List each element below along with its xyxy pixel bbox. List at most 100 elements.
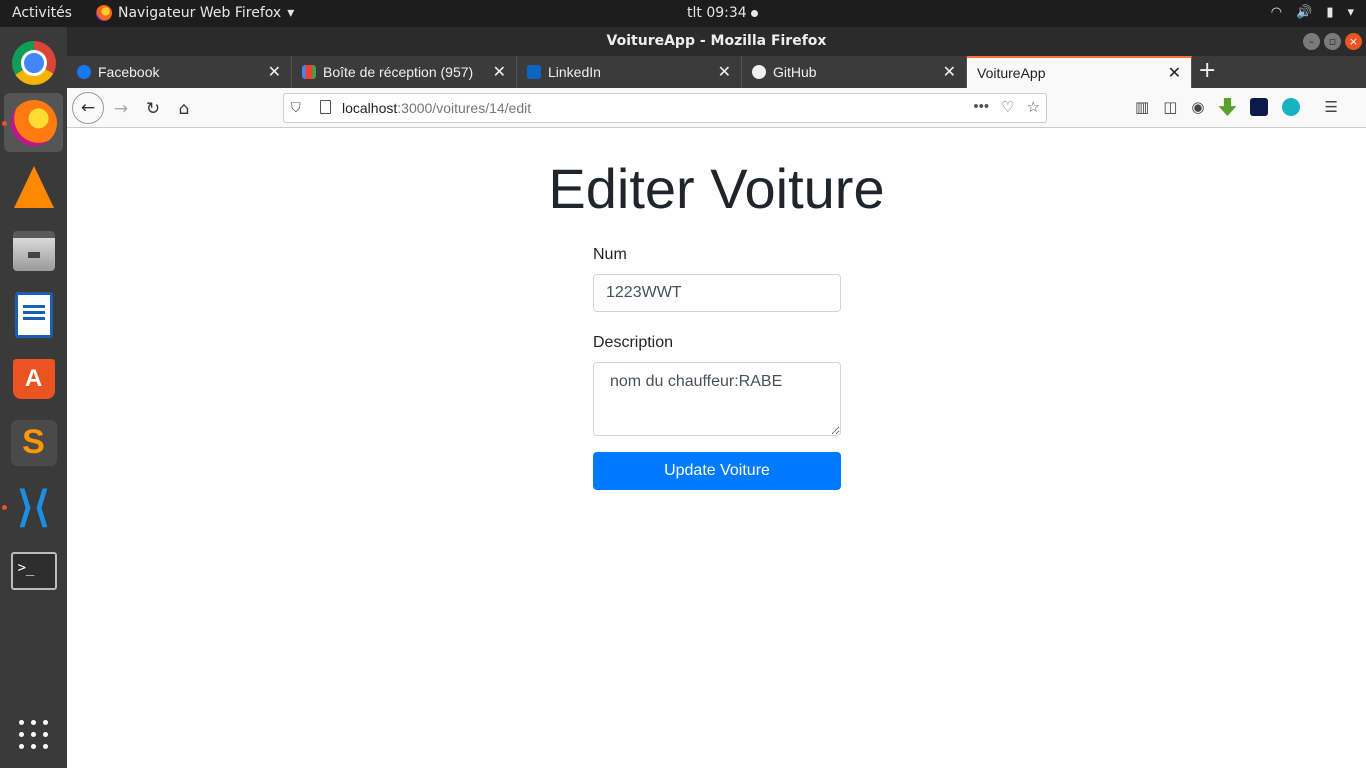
battery-icon: ▮ xyxy=(1326,5,1334,20)
files-icon xyxy=(12,230,55,271)
tab-label: VoitureApp xyxy=(977,65,1046,81)
dock-terminal[interactable]: >_ xyxy=(4,541,63,600)
num-label: Num xyxy=(593,246,627,263)
window-title: VoitureApp - Mozilla Firefox xyxy=(606,33,827,49)
linkedin-icon xyxy=(527,65,541,79)
maximize-button[interactable]: ▫ xyxy=(1324,33,1341,50)
system-tray[interactable]: ◠ 🔊 ▮ ▾ xyxy=(1271,5,1354,20)
chrome-icon xyxy=(11,40,56,85)
running-indicator xyxy=(2,505,7,510)
page-actions-icon[interactable]: ••• xyxy=(973,98,989,116)
page-content: Editer Voiture Num Description nom du ch… xyxy=(67,128,1366,768)
url-bar[interactable]: ⛉ localhost:3000/voitures/14/edit ••• ♡ … xyxy=(283,93,1047,123)
dock-chrome[interactable] xyxy=(4,33,63,92)
url-path: :3000/voitures/14/edit xyxy=(397,100,532,116)
dock-sublime-text[interactable]: S xyxy=(4,413,63,472)
dock-files[interactable] xyxy=(4,221,63,280)
vscode-icon: ⟩⟨ xyxy=(17,483,50,530)
dock: A S ⟩⟨ >_ xyxy=(0,27,67,768)
download-extension-icon[interactable] xyxy=(1218,98,1237,116)
tab-label: Boîte de réception (957) xyxy=(323,64,474,80)
forward-button[interactable]: → xyxy=(107,95,135,123)
dock-firefox[interactable] xyxy=(4,93,63,152)
vlc-icon xyxy=(13,165,54,208)
apps-grid-icon xyxy=(18,719,49,750)
tab-linkedin[interactable]: LinkedIn ✕ xyxy=(517,56,742,88)
sidebar-icon[interactable]: ◫ xyxy=(1163,98,1177,116)
dock-vlc[interactable] xyxy=(4,157,63,216)
close-tab-icon[interactable]: ✕ xyxy=(943,62,956,82)
show-applications-button[interactable] xyxy=(4,705,63,764)
tracking-protection-icon[interactable]: ⛉ xyxy=(291,100,301,116)
shield-extension-icon[interactable] xyxy=(1250,98,1269,116)
software-center-icon: A xyxy=(12,358,55,399)
clock-label: tlt 09:34 xyxy=(687,5,747,21)
new-tab-button[interactable]: + xyxy=(1198,58,1216,83)
system-top-bar: Activités Navigateur Web Firefox ▾ tlt 0… xyxy=(0,0,1366,27)
description-textarea[interactable]: nom du chauffeur:RABE xyxy=(593,362,841,436)
navigation-toolbar: ← → ↻ ⌂ ⛉ localhost:3000/voitures/14/edi… xyxy=(67,88,1366,128)
close-tab-icon[interactable]: ✕ xyxy=(718,62,731,82)
window-titlebar[interactable]: VoitureApp - Mozilla Firefox – ▫ × xyxy=(67,27,1366,56)
home-icon: ⌂ xyxy=(178,99,190,119)
app-menu[interactable]: Navigateur Web Firefox ▾ xyxy=(96,5,294,21)
close-tab-icon[interactable]: ✕ xyxy=(1168,63,1181,83)
chevron-down-icon: ▾ xyxy=(1347,5,1354,20)
tab-label: LinkedIn xyxy=(548,64,601,80)
tab-gmail[interactable]: Boîte de réception (957) ✕ xyxy=(292,56,517,88)
chevron-down-icon: ▾ xyxy=(287,5,295,21)
volume-icon: 🔊 xyxy=(1296,5,1313,20)
dock-libreoffice-writer[interactable] xyxy=(4,285,63,344)
bookmark-star-icon[interactable]: ☆ xyxy=(1027,98,1040,116)
extension-m-icon[interactable] xyxy=(1282,98,1301,116)
menu-icon[interactable]: ☰ xyxy=(1324,98,1337,116)
tab-voitureapp[interactable]: VoitureApp ✕ xyxy=(967,56,1192,88)
clock[interactable]: tlt 09:34 xyxy=(687,5,758,21)
tab-label: GitHub xyxy=(773,64,817,80)
gmail-icon xyxy=(302,65,316,79)
running-indicator xyxy=(2,121,7,126)
terminal-icon: >_ xyxy=(10,551,57,590)
close-window-button[interactable]: × xyxy=(1345,33,1362,50)
reload-icon: ↻ xyxy=(145,99,161,119)
wifi-icon: ◠ xyxy=(1270,5,1283,20)
description-label: Description xyxy=(593,334,674,351)
dock-software-center[interactable]: A xyxy=(4,349,63,408)
minimize-button[interactable]: – xyxy=(1303,33,1320,50)
tab-facebook[interactable]: Facebook ✕ xyxy=(67,56,292,88)
github-icon xyxy=(752,65,766,79)
pocket-icon[interactable]: ♡ xyxy=(1001,98,1014,116)
library-icon[interactable]: ▥ xyxy=(1135,98,1149,116)
firefox-icon xyxy=(96,5,112,21)
tab-label: Facebook xyxy=(98,64,160,80)
window-controls: – ▫ × xyxy=(1303,33,1362,50)
facebook-icon xyxy=(77,65,91,79)
num-input[interactable] xyxy=(593,274,841,312)
tab-github[interactable]: GitHub ✕ xyxy=(742,56,967,88)
edit-voiture-form: Num Description nom du chauffeur:RABE Up… xyxy=(593,246,841,490)
tab-strip: Facebook ✕ Boîte de réception (957) ✕ Li… xyxy=(67,56,1366,88)
activities-button[interactable]: Activités xyxy=(12,5,72,21)
arrow-left-icon: ← xyxy=(80,98,96,118)
url-text[interactable]: localhost:3000/voitures/14/edit xyxy=(342,100,531,116)
notification-dot-icon xyxy=(750,9,758,17)
close-tab-icon[interactable]: ✕ xyxy=(268,62,281,82)
sublime-text-icon: S xyxy=(10,419,57,466)
dock-vscode[interactable]: ⟩⟨ xyxy=(4,477,63,536)
url-host: localhost xyxy=(342,100,398,116)
update-voiture-button[interactable]: Update Voiture xyxy=(593,452,841,490)
app-menu-label: Navigateur Web Firefox xyxy=(118,5,282,21)
writer-icon xyxy=(14,291,53,338)
close-tab-icon[interactable]: ✕ xyxy=(493,62,506,82)
account-icon[interactable]: ◉ xyxy=(1191,98,1204,116)
home-button[interactable]: ⌂ xyxy=(170,95,198,123)
firefox-icon xyxy=(10,99,57,146)
back-button[interactable]: ← xyxy=(72,92,104,124)
page-title: Editer Voiture xyxy=(548,157,885,220)
page-info-icon[interactable] xyxy=(320,100,331,114)
url-actions: ••• ♡ ☆ xyxy=(973,98,1040,116)
firefox-window: VoitureApp - Mozilla Firefox – ▫ × Faceb… xyxy=(67,27,1366,768)
arrow-right-icon: → xyxy=(113,99,129,119)
toolbar-icons: ▥ ◫ ◉ ☰ xyxy=(1135,98,1338,116)
reload-button[interactable]: ↻ xyxy=(139,95,167,123)
